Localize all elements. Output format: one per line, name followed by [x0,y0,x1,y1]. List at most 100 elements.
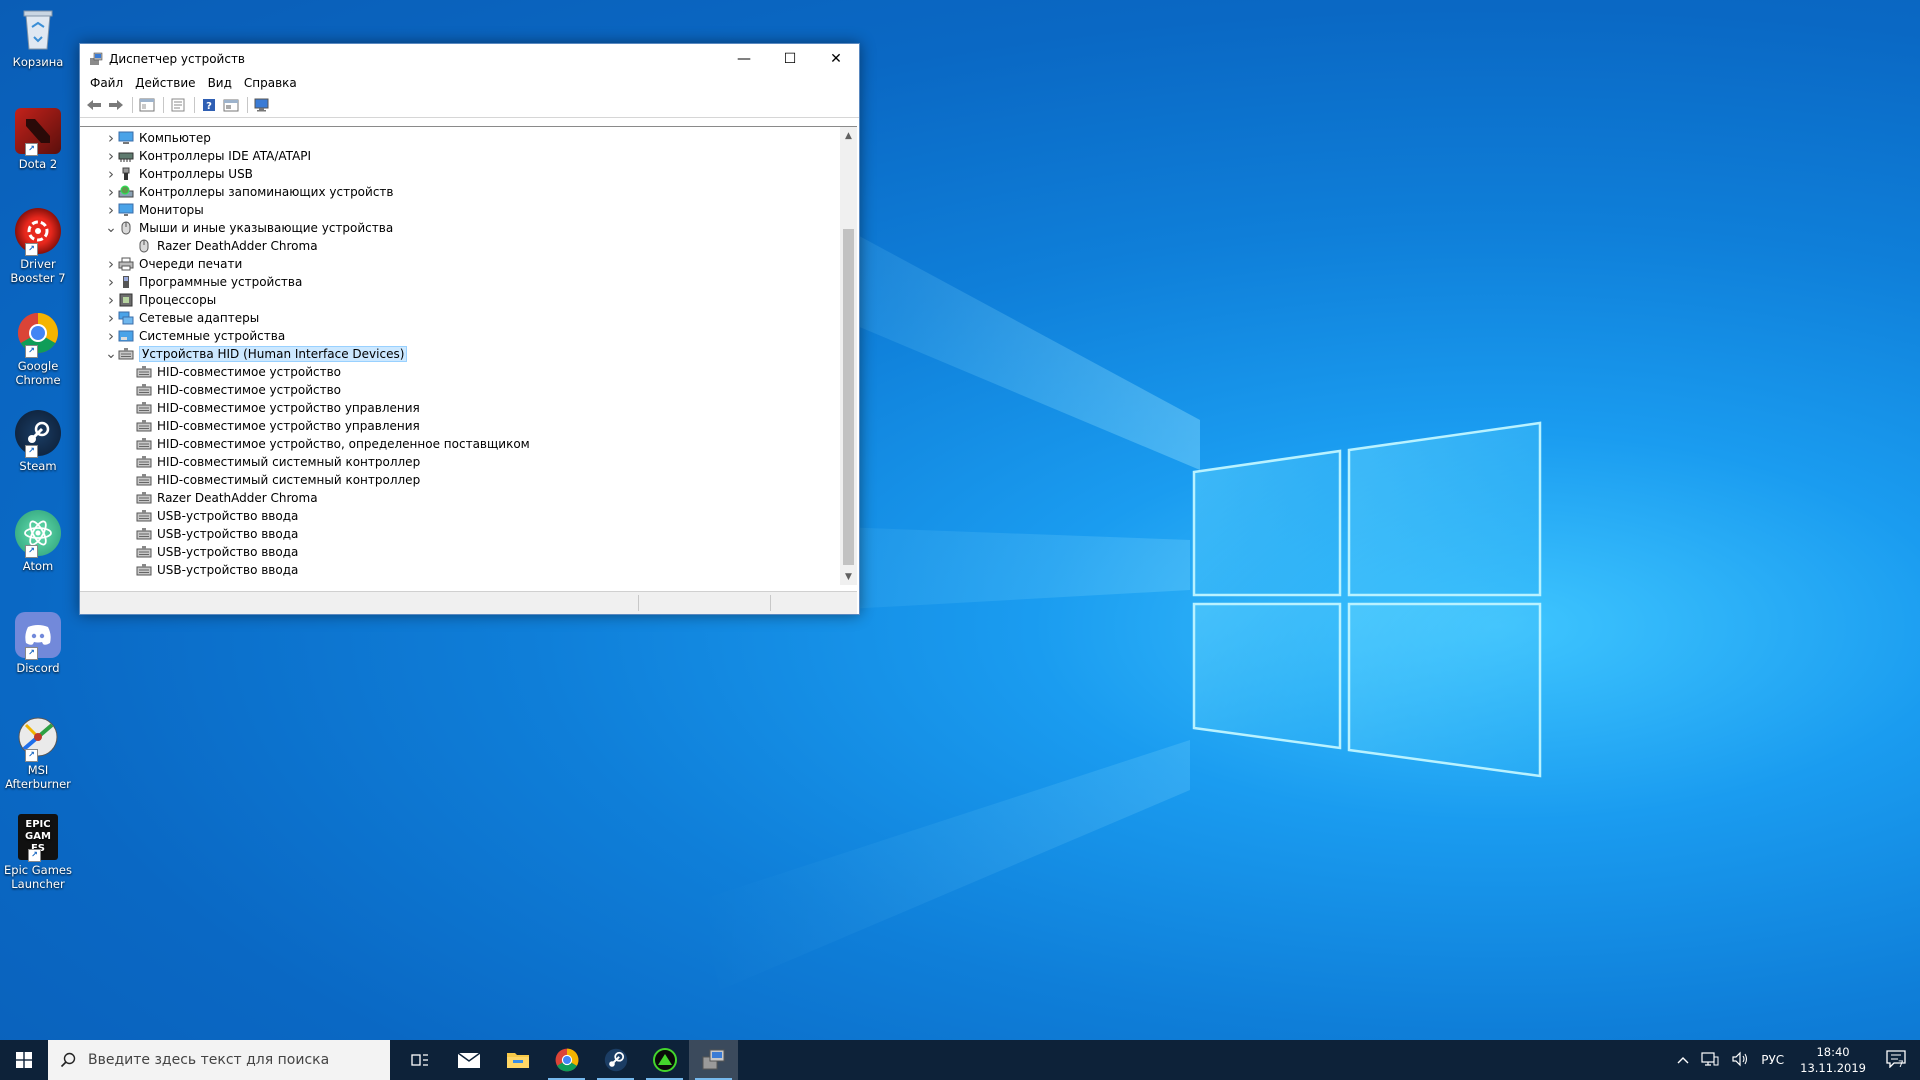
tree-item-label: USB-устройство ввода [157,527,299,541]
printer-icon [118,257,134,271]
tree-category-row[interactable]: › Процессоры [80,291,840,309]
chevron-right-icon[interactable]: › [104,309,118,327]
tree-item-label: HID-совместимое устройство [157,383,342,397]
desktop-icon-driver-booster[interactable]: ↗ Driver Booster 7 [3,208,73,285]
menu-view[interactable]: Вид [202,76,238,90]
desktop-icon-msi-afterburner[interactable]: ↗ MSI Afterburner [3,714,73,791]
chevron-right-icon[interactable]: › [104,183,118,201]
tree-device-row[interactable]: USB-устройство ввода [80,507,840,525]
taskbar-chrome[interactable] [542,1040,591,1080]
title-bar[interactable]: Диспетчер устройств — ☐ ✕ [80,44,859,73]
tree-device-row[interactable]: HID-совместимое устройство, определенное… [80,435,840,453]
view-icon [223,99,239,112]
show-hide-tree-button[interactable] [137,96,157,114]
chevron-right-icon[interactable]: › [104,165,118,183]
tree-category-row[interactable]: › Мониторы [80,201,840,219]
menu-action[interactable]: Действие [129,76,201,90]
close-button[interactable]: ✕ [813,44,859,73]
tree-device-row[interactable]: HID-совместимое устройство [80,381,840,399]
tree-device-row[interactable]: USB-устройство ввода [80,543,840,561]
tree-device-row[interactable]: USB-устройство ввода [80,525,840,543]
tree-device-row[interactable]: HID-совместимый системный контроллер [80,471,840,489]
taskbar-search-box[interactable]: Введите здесь текст для поиска [48,1040,390,1080]
chevron-down-icon[interactable]: ⌄ [104,345,118,363]
desktop-icon-atom[interactable]: ↗ Atom [3,510,73,573]
maximize-button[interactable]: ☐ [767,44,813,73]
desktop-icon-epic-games[interactable]: EPIC GAMES ↗ Epic Games Launcher [3,814,73,891]
tree-category-row[interactable]: › Сетевые адаптеры [80,309,840,327]
forward-button[interactable] [106,96,126,114]
clock[interactable]: 18:40 13.11.2019 [1790,1044,1876,1076]
network-button[interactable] [1695,1051,1725,1070]
show-hidden-icons-button[interactable] [1671,1053,1695,1067]
menu-file[interactable]: Файл [84,76,129,90]
show-hide-console-tree-icon [139,98,155,112]
tree-category-row[interactable]: › Программные устройства [80,273,840,291]
chevron-right-icon[interactable]: › [104,255,118,273]
tree-category-row[interactable]: › Компьютер [80,129,840,147]
chevron-right-icon[interactable]: › [104,129,118,147]
menu-help[interactable]: Справка [238,76,303,90]
tree-category-row[interactable]: › Системные устройства [80,327,840,345]
chevron-right-icon[interactable]: › [104,291,118,309]
tree-device-row[interactable]: USB-устройство ввода [80,561,840,579]
chevron-right-icon[interactable]: › [104,201,118,219]
volume-button[interactable] [1725,1051,1755,1070]
device-manager-icon [90,52,103,65]
chevron-right-icon[interactable]: › [104,273,118,291]
tree-device-row[interactable]: HID-совместимое устройство [80,363,840,381]
tree-category-row[interactable]: › Контроллеры IDE ATA/ATAPI [80,147,840,165]
tree-item-label: Программные устройства [139,275,303,289]
tree-device-row[interactable]: HID-совместимый системный контроллер [80,453,840,471]
desktop-icon-label: Discord [16,661,60,675]
taskbar-device-manager[interactable] [689,1040,738,1080]
start-button[interactable] [0,1040,48,1080]
tree-category-row[interactable]: › Контроллеры USB [80,165,840,183]
hid-icon [136,419,152,433]
desktop-icon-label: Google Chrome [15,359,61,387]
taskbar-mail[interactable] [444,1040,493,1080]
scroll-down-arrow-icon[interactable]: ▼ [840,568,857,585]
tree-category-row[interactable]: › Контроллеры запоминающих устройств [80,183,840,201]
desktop-icon-label: MSI Afterburner [5,763,71,791]
chevron-down-icon[interactable]: ⌄ [104,219,118,237]
device-tree-panel: › Компьютер › Контроллеры IDE ATA/ATAPI › Кон… [80,126,857,585]
epic-games-icon: EPIC GAMES ↗ [18,814,58,862]
tree-device-row[interactable]: HID-совместимое устройство управления [80,417,840,435]
taskbar-file-explorer[interactable] [493,1040,542,1080]
taskbar-steam[interactable] [591,1040,640,1080]
tree-device-row[interactable]: Razer DeathAdder Chroma [80,489,840,507]
taskbar-task-view[interactable] [395,1040,444,1080]
action-center-button[interactable]: 7 [1876,1049,1920,1071]
desktop-icon-dota2[interactable]: ↗ Dota 2 [3,108,73,171]
desktop-icon-discord[interactable]: ↗ Discord [3,612,73,675]
vertical-scrollbar[interactable]: ▲ ▼ [840,127,857,585]
tree-item-label: Процессоры [139,293,217,307]
view-button[interactable] [221,96,241,114]
scrollbar-thumb[interactable] [843,229,854,565]
chevron-right-icon[interactable]: › [104,327,118,345]
tree-category-row[interactable]: › Очереди печати [80,255,840,273]
desktop-icon-recycle-bin[interactable]: Корзина [3,6,73,69]
tree-category-row[interactable]: ⌄ Мыши и иные указывающие устройства [80,219,840,237]
tree-device-row[interactable]: Razer DeathAdder Chroma [80,237,840,255]
desktop-icon-steam[interactable]: ↗ Steam [3,410,73,473]
toolbar-separator [194,97,195,113]
tree-device-row[interactable]: HID-совместимое устройство управления [80,399,840,417]
language-indicator[interactable]: РУС [1755,1053,1790,1067]
back-button[interactable] [84,96,104,114]
desktop-icon-chrome[interactable]: ↗ Google Chrome [3,310,73,387]
usb-icon [118,167,134,181]
scan-hardware-button[interactable] [252,96,272,114]
chevron-right-icon[interactable]: › [104,147,118,165]
tree-category-row[interactable]: ⌄ Устройства HID (Human Interface Devices… [80,345,840,363]
help-button[interactable]: ? [199,96,219,114]
hid-icon [136,563,152,577]
properties-button[interactable] [168,96,188,114]
taskbar-razer-synapse[interactable] [640,1040,689,1080]
scroll-up-arrow-icon[interactable]: ▲ [840,127,857,144]
minimize-button[interactable]: — [721,44,767,73]
